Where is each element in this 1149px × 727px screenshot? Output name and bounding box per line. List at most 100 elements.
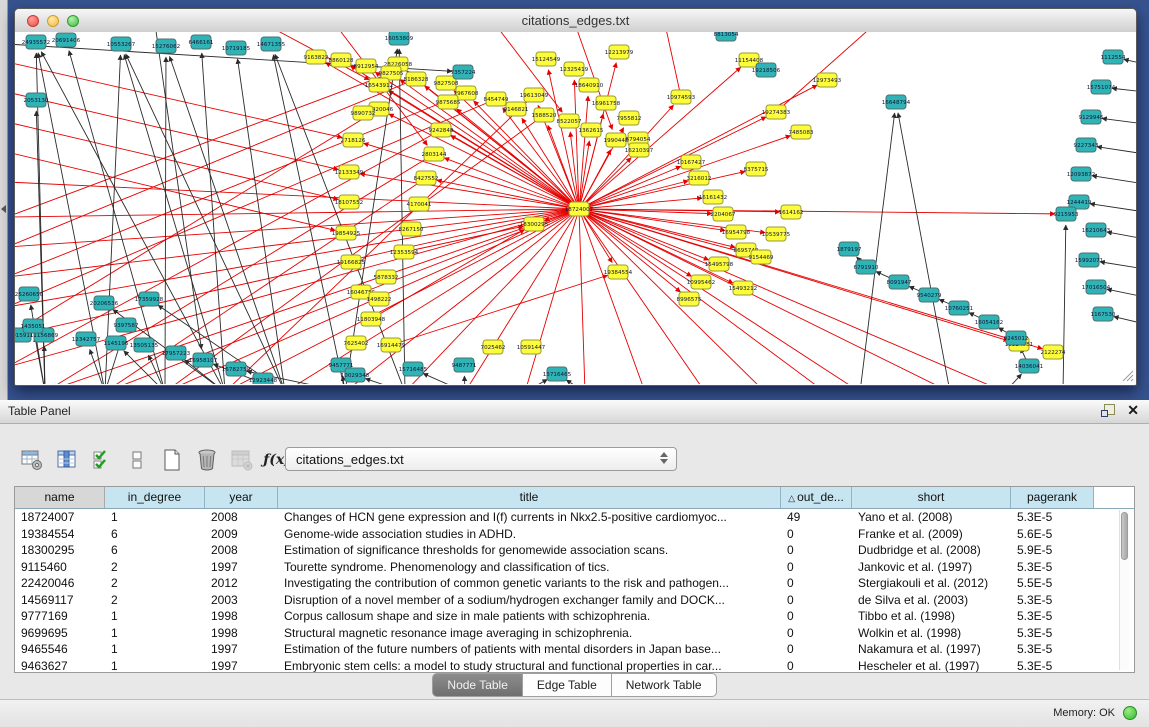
table-options-icon[interactable]: [20, 448, 44, 472]
table-cell[interactable]: Jankovic et al. (1997): [852, 559, 1011, 576]
table-cell[interactable]: 22420046: [15, 575, 105, 592]
table-cell[interactable]: 1: [105, 625, 205, 642]
table-cell[interactable]: Dudbridge et al. (2008): [852, 542, 1011, 559]
table-cell[interactable]: 9463627: [15, 658, 105, 674]
table-cell[interactable]: 1: [105, 658, 205, 674]
column-header-name[interactable]: name: [15, 487, 105, 508]
table-cell[interactable]: 1998: [205, 608, 278, 625]
table-cell[interactable]: 0: [781, 542, 852, 559]
table-row[interactable]: 1938455462009Genome-wide association stu…: [15, 526, 1134, 543]
table-cell[interactable]: 5.6E-5: [1011, 526, 1094, 543]
column-header-in_degree[interactable]: in_degree: [105, 487, 205, 508]
tab-node-table[interactable]: Node Table: [432, 673, 523, 697]
table-cell[interactable]: 6: [105, 542, 205, 559]
table-cell[interactable]: 2008: [205, 509, 278, 526]
clear-selection-icon[interactable]: [125, 448, 149, 472]
table-cell[interactable]: Changes of HCN gene expression and I(f) …: [278, 509, 781, 526]
column-header-short[interactable]: short: [852, 487, 1011, 508]
table-cell[interactable]: 5.3E-5: [1011, 625, 1094, 642]
table-cell[interactable]: Estimation of significance thresholds fo…: [278, 542, 781, 559]
table-cell[interactable]: 18724007: [15, 509, 105, 526]
table-row[interactable]: 969969511998Structural magnetic resonanc…: [15, 625, 1134, 642]
scrollbar-thumb[interactable]: [1121, 512, 1128, 560]
table-cell[interactable]: 5.3E-5: [1011, 509, 1094, 526]
table-cell[interactable]: Yano et al. (2008): [852, 509, 1011, 526]
table-cell[interactable]: Disruption of a novel member of a sodium…: [278, 592, 781, 609]
table-cell[interactable]: Tibbo et al. (1998): [852, 608, 1011, 625]
float-panel-icon[interactable]: [1101, 403, 1115, 417]
resize-grip-icon[interactable]: [1120, 368, 1134, 382]
table-cell[interactable]: 9115460: [15, 559, 105, 576]
table-row[interactable]: 911546021997Tourette syndrome. Phenomeno…: [15, 559, 1134, 576]
table-cell[interactable]: Wolkin et al. (1998): [852, 625, 1011, 642]
delete-icon[interactable]: [195, 448, 219, 472]
table-cell[interactable]: de Silva et al. (2003): [852, 592, 1011, 609]
table-cell[interactable]: 19384554: [15, 526, 105, 543]
table-cell[interactable]: 5.5E-5: [1011, 575, 1094, 592]
table-cell[interactable]: 1998: [205, 625, 278, 642]
panel-collapse-arrow-icon[interactable]: [1, 205, 6, 213]
table-cell[interactable]: 2: [105, 559, 205, 576]
table-cell[interactable]: 2003: [205, 592, 278, 609]
table-cell[interactable]: 1: [105, 608, 205, 625]
collapsed-panel-strip[interactable]: [0, 0, 8, 400]
table-row[interactable]: 2242004622012Investigating the contribut…: [15, 575, 1134, 592]
table-cell[interactable]: 5.3E-5: [1011, 608, 1094, 625]
table-cell[interactable]: 5.3E-5: [1011, 559, 1094, 576]
column-header-title[interactable]: title: [278, 487, 781, 508]
table-cell[interactable]: 1: [105, 641, 205, 658]
table-cell[interactable]: 0: [781, 526, 852, 543]
table-row[interactable]: 977716911998Corpus callosum shape and si…: [15, 608, 1134, 625]
table-cell[interactable]: 0: [781, 658, 852, 674]
table-cell[interactable]: Investigating the contribution of common…: [278, 575, 781, 592]
insert-column-icon[interactable]: [55, 448, 79, 472]
table-cell[interactable]: 1997: [205, 559, 278, 576]
new-file-icon[interactable]: [160, 448, 184, 472]
table-scrollbar[interactable]: [1119, 510, 1129, 670]
table-cell[interactable]: Stergiakouli et al. (2012): [852, 575, 1011, 592]
table-cell[interactable]: 1997: [205, 641, 278, 658]
table-row[interactable]: 1830029562008Estimation of significance …: [15, 542, 1134, 559]
tab-network-table[interactable]: Network Table: [612, 673, 717, 697]
window-titlebar[interactable]: citations_edges.txt: [15, 9, 1136, 33]
table-cell[interactable]: 9699695: [15, 625, 105, 642]
tab-edge-table[interactable]: Edge Table: [523, 673, 612, 697]
table-row[interactable]: 946362711997Embryonic stem cells: a mode…: [15, 658, 1134, 674]
table-cell[interactable]: Genome-wide association studies in ADHD.: [278, 526, 781, 543]
column-header-out_de[interactable]: △out_de...: [781, 487, 852, 508]
table-cell[interactable]: Nakamura et al. (1997): [852, 641, 1011, 658]
table-cell[interactable]: Embryonic stem cells: a model to study s…: [278, 658, 781, 674]
table-cell[interactable]: 0: [781, 592, 852, 609]
table-cell[interactable]: 18300295: [15, 542, 105, 559]
close-panel-icon[interactable]: ✕: [1127, 403, 1139, 417]
table-cell[interactable]: 0: [781, 641, 852, 658]
table-cell[interactable]: Structural magnetic resonance image aver…: [278, 625, 781, 642]
network-canvas[interactable]: 1872400791638228860128891295428226058982…: [15, 32, 1136, 384]
table-row[interactable]: 1872400712008Changes of HCN gene express…: [15, 509, 1134, 526]
table-cell[interactable]: 5.3E-5: [1011, 658, 1094, 674]
table-cell[interactable]: 9777169: [15, 608, 105, 625]
column-header-pagerank[interactable]: pagerank: [1011, 487, 1094, 508]
column-header-year[interactable]: year: [205, 487, 278, 508]
table-cell[interactable]: 1: [105, 509, 205, 526]
table-cell[interactable]: Tourette syndrome. Phenomenology and cla…: [278, 559, 781, 576]
table-cell[interactable]: 0: [781, 625, 852, 642]
table-cell[interactable]: 0: [781, 559, 852, 576]
table-cell[interactable]: 0: [781, 575, 852, 592]
table-cell[interactable]: 5.3E-5: [1011, 592, 1094, 609]
table-cell[interactable]: 0: [781, 608, 852, 625]
table-cell[interactable]: Estimation of the future numbers of pati…: [278, 641, 781, 658]
table-row[interactable]: 1456911722003Disruption of a novel membe…: [15, 592, 1134, 609]
table-cell[interactable]: 6: [105, 526, 205, 543]
table-cell[interactable]: 9465546: [15, 641, 105, 658]
table-cell[interactable]: Corpus callosum shape and size in male p…: [278, 608, 781, 625]
table-cell[interactable]: 1997: [205, 658, 278, 674]
table-cell[interactable]: 14569117: [15, 592, 105, 609]
table-cell[interactable]: Franke et al. (2009): [852, 526, 1011, 543]
table-cell[interactable]: 2: [105, 575, 205, 592]
table-selector[interactable]: citations_edges.txt: [285, 447, 677, 471]
table-cell[interactable]: 5.9E-5: [1011, 542, 1094, 559]
select-all-icon[interactable]: [90, 448, 114, 472]
table-cell[interactable]: 2: [105, 592, 205, 609]
table-cell[interactable]: 5.3E-5: [1011, 641, 1094, 658]
